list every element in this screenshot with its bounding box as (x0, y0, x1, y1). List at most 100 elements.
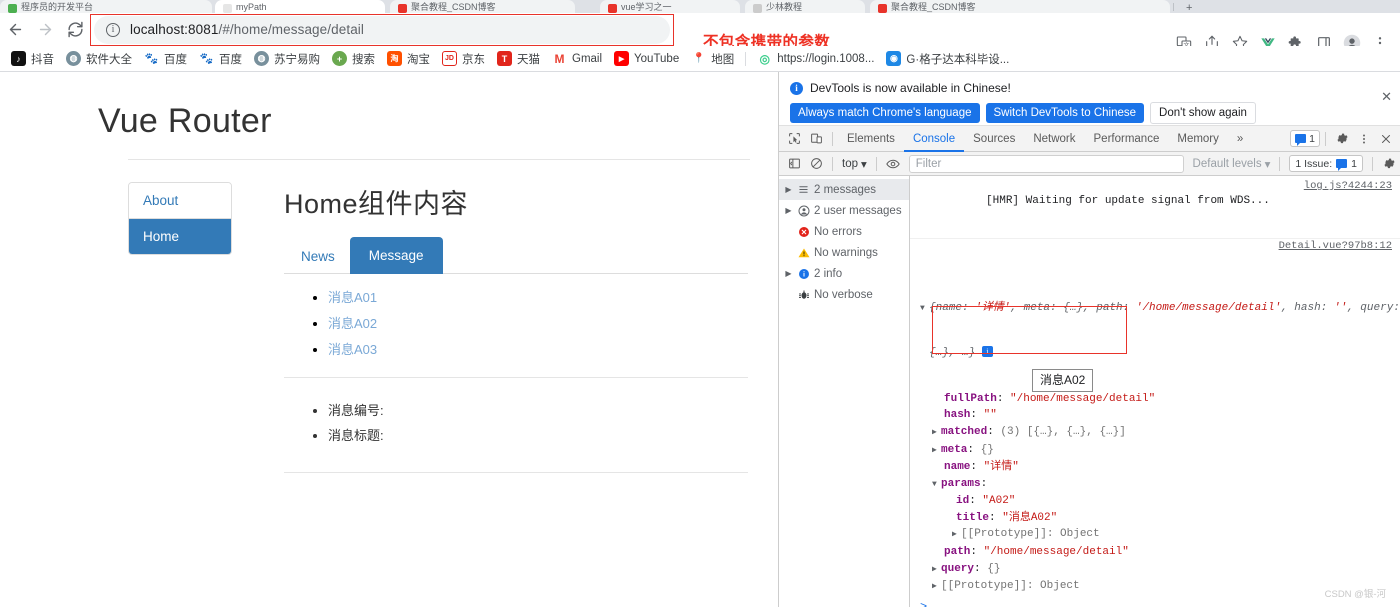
prop-meta[interactable]: ▶meta: {} (910, 442, 1400, 460)
bookmark-item[interactable]: 淘淘宝 (381, 48, 436, 70)
close-icon[interactable] (1375, 128, 1397, 150)
prop-value: "A02" (982, 495, 1015, 507)
device-toolbar-icon[interactable] (805, 128, 827, 150)
prop-matched[interactable]: ▶matched: (3) [{…}, {…}, {…}] (910, 424, 1400, 442)
kebab-menu-icon[interactable] (1353, 128, 1375, 150)
list-item: 消息A02 (328, 313, 748, 333)
gear-icon[interactable] (1378, 153, 1400, 175)
chevron-down-icon[interactable]: ▼ (920, 302, 929, 317)
globe-icon: ◍ (254, 51, 269, 66)
forward-icon[interactable] (30, 15, 60, 45)
back-icon[interactable] (0, 15, 30, 45)
bookmark-item[interactable]: ◉G·格子达本科毕设... (880, 48, 1015, 70)
chevron-right-icon[interactable]: ▶ (784, 269, 793, 278)
console-sidebar-icon[interactable] (783, 153, 805, 175)
prop-params[interactable]: ▼params: (910, 476, 1400, 494)
sidebar-item-user-messages[interactable]: ▶ 2 user messages (779, 200, 909, 221)
sidebar-item-label: 2 user messages (814, 205, 902, 217)
browser-tab[interactable]: 聚合教程_CSDN博客 (390, 0, 575, 13)
bookmark-item[interactable]: +搜索 (326, 48, 381, 70)
chevron-down-icon[interactable]: ▼ (932, 478, 941, 493)
chevron-right-icon[interactable]: ▶ (932, 580, 941, 595)
chevron-right-icon[interactable]: ▶ (932, 563, 941, 578)
bookmark-item[interactable]: ▶YouTube (608, 48, 685, 70)
console-log-area[interactable]: [HMR] Waiting for update signal from WDS… (910, 176, 1400, 607)
browser-tab[interactable]: 少林教程 (745, 0, 865, 13)
browser-tab[interactable]: 程序员的开发平台 (0, 0, 212, 13)
globe-icon: ◍ (66, 51, 81, 66)
log-entry-route-object[interactable]: Detail.vue?97b8:12 ▼{name: '详情', meta: {… (910, 239, 1400, 390)
console-filter-input[interactable]: Filter (909, 155, 1184, 173)
message-link-a01[interactable]: 消息A01 (328, 290, 377, 305)
browser-tab-active[interactable]: myPath (215, 0, 385, 13)
bookmark-item[interactable]: ◍苏宁易购 (248, 48, 326, 70)
close-icon[interactable]: ✕ (1381, 89, 1392, 105)
address-bar[interactable]: i localhost:8081/#/home/message/detail (94, 16, 670, 44)
always-match-language-button[interactable]: Always match Chrome's language (790, 103, 980, 123)
sidebar-item-warnings[interactable]: No warnings (779, 242, 909, 263)
tab-memory[interactable]: Memory (1168, 126, 1228, 152)
message-link-a03[interactable]: 消息A03 (328, 342, 377, 357)
tab-message[interactable]: Message (350, 237, 443, 274)
site-info-icon[interactable]: i (106, 23, 120, 37)
more-tabs-icon[interactable]: » (1228, 126, 1252, 152)
url-host: localhost:8081 (130, 22, 218, 37)
prop-key: fullPath (944, 393, 997, 405)
browser-tab[interactable]: vue学习之一 (600, 0, 740, 13)
sidebar-item-home[interactable]: Home (129, 219, 231, 254)
prop-params-prototype[interactable]: ▶[[Prototype]]: Object (910, 526, 1400, 544)
bookmark-item[interactable]: 📍地图 (685, 48, 740, 70)
tab-title: 程序员的开发平台 (21, 2, 93, 13)
bookmark-label: 淘宝 (407, 51, 430, 67)
sidebar-item-errors[interactable]: No errors (779, 221, 909, 242)
source-link-logjs[interactable]: log.js?4244:23 (1304, 179, 1392, 194)
switch-devtools-chinese-button[interactable]: Switch DevTools to Chinese (986, 103, 1145, 123)
bookmark-item[interactable]: ◍软件大全 (60, 48, 138, 70)
tab-network[interactable]: Network (1024, 126, 1084, 152)
bookmark-label: G·格子达本科毕设... (906, 51, 1009, 67)
tab-news[interactable]: News (286, 240, 350, 273)
inspect-element-icon[interactable] (783, 128, 805, 150)
obj-head-name: '详情' (975, 302, 1010, 314)
bookmark-item[interactable]: JD京东 (436, 48, 491, 70)
bookmark-item[interactable]: ◎https://login.1008... (751, 48, 880, 70)
prop-value: "" (984, 409, 997, 421)
new-tab-button[interactable]: + (1186, 2, 1192, 13)
log-entry-hmr[interactable]: [HMR] Waiting for update signal from WDS… (910, 178, 1400, 239)
dont-show-again-button[interactable]: Don't show again (1150, 102, 1256, 124)
tab-console[interactable]: Console (904, 126, 964, 152)
log-levels-selector[interactable]: Default levels ▾ (1189, 157, 1275, 171)
tab-sources[interactable]: Sources (964, 126, 1024, 152)
execution-context-selector[interactable]: top ▾ (838, 157, 871, 171)
bookmark-item[interactable]: 🐾百度 (193, 48, 248, 70)
chevron-right-icon[interactable]: ▶ (784, 185, 793, 194)
chevron-right-icon[interactable]: ▶ (932, 444, 941, 459)
tab-performance[interactable]: Performance (1085, 126, 1169, 152)
prop-key: matched (941, 426, 987, 438)
detail-list: 消息编号: 消息标题: (284, 400, 748, 444)
chevron-right-icon[interactable]: ▶ (952, 528, 961, 543)
sidebar-item-verbose[interactable]: No verbose (779, 284, 909, 305)
bookmark-item[interactable]: 🐾百度 (138, 48, 193, 70)
gear-icon[interactable] (1331, 128, 1353, 150)
live-expression-icon[interactable] (882, 153, 904, 175)
reload-icon[interactable] (60, 15, 90, 45)
sidebar-item-about[interactable]: About (129, 183, 231, 219)
message-link-a02[interactable]: 消息A02 (328, 316, 377, 331)
issues-badge[interactable]: 1 Issue: 1 (1289, 155, 1363, 172)
bookmark-item[interactable]: MGmail (546, 48, 608, 70)
bookmark-item[interactable]: T天猫 (491, 48, 546, 70)
clear-console-icon[interactable] (805, 153, 827, 175)
sidebar-item-info[interactable]: ▶ 2 info (779, 263, 909, 284)
chevron-right-icon[interactable]: ▶ (784, 206, 793, 215)
prop-query[interactable]: ▶query: {} (910, 561, 1400, 579)
message-count-badge[interactable]: 1 (1290, 130, 1320, 147)
bookmark-item[interactable]: ♪抖音 (5, 48, 60, 70)
chevron-right-icon[interactable]: ▶ (932, 426, 941, 441)
browser-window: 程序员的开发平台 myPath 聚合教程_CSDN博客 vue学习之一 少林教程… (0, 0, 1400, 607)
tab-elements[interactable]: Elements (838, 126, 904, 152)
source-link-detailvue[interactable]: Detail.vue?97b8:12 (1279, 239, 1392, 254)
browser-tab[interactable]: 聚合教程_CSDN博客 (870, 0, 1170, 13)
sidebar-item-messages[interactable]: ▶ 2 messages (779, 179, 909, 200)
info-badge-icon[interactable]: i (982, 346, 993, 357)
